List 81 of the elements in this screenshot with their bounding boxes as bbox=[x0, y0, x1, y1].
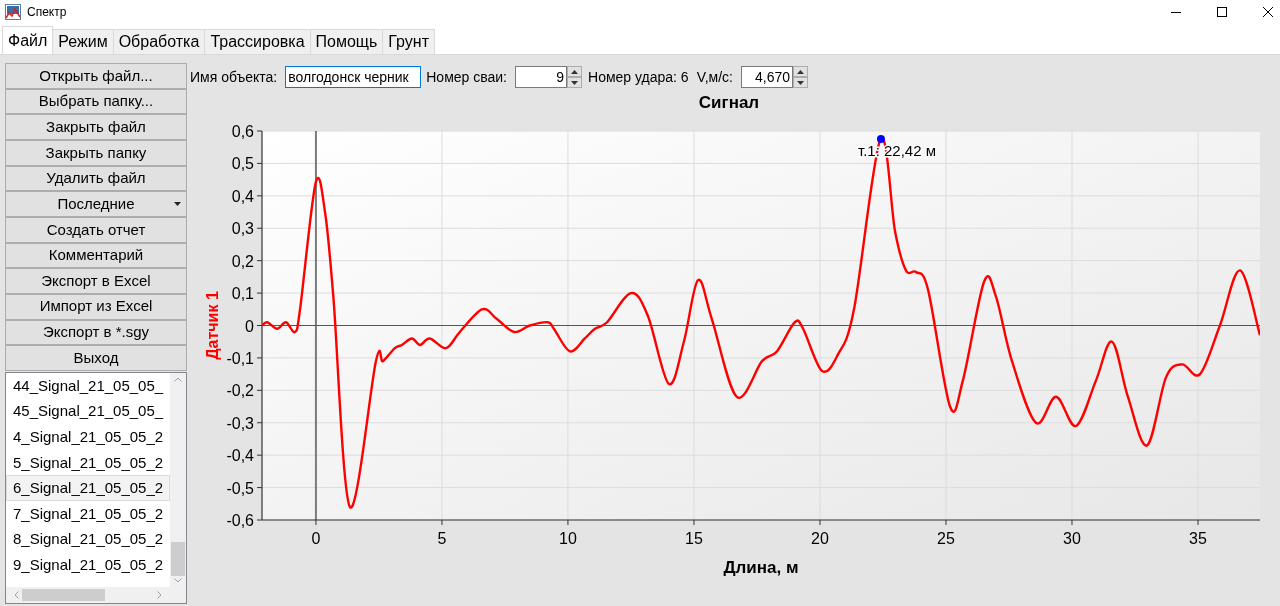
sidebar-button[interactable]: Закрыть файл bbox=[5, 114, 187, 140]
minimize-icon bbox=[1171, 11, 1181, 13]
x-tick-label: 0 bbox=[311, 530, 321, 547]
caret-icon bbox=[174, 202, 181, 207]
spin-up-button[interactable] bbox=[567, 66, 582, 77]
vertical-scrollbar[interactable] bbox=[170, 372, 186, 587]
down-arrow-icon bbox=[571, 80, 578, 85]
y-tick-label: -0,4 bbox=[226, 447, 254, 465]
file-list-item[interactable]: 44_Signal_21_05_05_ bbox=[6, 372, 170, 399]
sidebar-button[interactable]: Экспорт в *.sgy bbox=[5, 319, 187, 346]
file-list-item[interactable]: 9_Signal_21_05_05_2 bbox=[6, 552, 170, 578]
scroll-up-icon[interactable] bbox=[174, 376, 182, 382]
file-list-item[interactable]: 8_Signal_21_05_05_2 bbox=[6, 526, 170, 553]
sidebar-button[interactable]: Создать отчет bbox=[5, 216, 187, 243]
scrollbar-thumb[interactable] bbox=[22, 588, 105, 601]
x-tick-label: 20 bbox=[811, 530, 829, 547]
sidebar-button[interactable]: Закрыть папку bbox=[5, 139, 187, 166]
y-tick-label: 0,3 bbox=[231, 220, 254, 238]
field-label: Имя объекта: bbox=[190, 67, 278, 87]
spin-up-button[interactable] bbox=[793, 66, 808, 77]
file-list-item[interactable]: 7_Signal_21_05_05_2 bbox=[6, 500, 170, 527]
dropdown-button[interactable]: Последние bbox=[5, 191, 187, 217]
y-tick-label: 0 bbox=[245, 317, 254, 335]
x-axis-title: Длина, м bbox=[723, 558, 799, 577]
file-list-item[interactable]: 5_Signal_21_05_05_2 bbox=[6, 449, 170, 476]
y-tick-label: 0,5 bbox=[231, 155, 254, 173]
y-tick-label: 0,2 bbox=[231, 252, 254, 270]
y-tick-label: -0,6 bbox=[226, 512, 254, 529]
close-icon bbox=[1263, 7, 1273, 17]
spin-down-button[interactable] bbox=[793, 77, 808, 88]
down-arrow-icon bbox=[797, 80, 804, 85]
x-tick-label: 35 bbox=[1189, 530, 1207, 547]
sidebar-button[interactable]: Экспорт в Excel bbox=[5, 268, 187, 294]
tab[interactable]: Грунт bbox=[382, 29, 435, 54]
up-arrow-icon bbox=[571, 69, 578, 74]
y-tick-label: -0,2 bbox=[226, 382, 254, 400]
tab[interactable]: Обработка bbox=[112, 29, 206, 54]
window-title: Спектр bbox=[27, 4, 67, 21]
x-tick-label: 10 bbox=[559, 530, 577, 547]
y-tick-label: -0,3 bbox=[226, 414, 254, 432]
field-label: Номер удара: 6 bbox=[588, 67, 689, 87]
sidebar-button[interactable]: Импорт из Excel bbox=[5, 293, 187, 320]
up-arrow-icon bbox=[797, 69, 804, 74]
maximize-icon bbox=[1217, 7, 1227, 17]
file-list-item[interactable]: 45_Signal_21_05_05_ bbox=[6, 398, 170, 425]
sidebar-button[interactable]: Выход bbox=[5, 345, 187, 371]
sidebar-button[interactable]: Комментарий bbox=[5, 242, 187, 269]
app-icon bbox=[5, 4, 21, 20]
y-tick-label: -0,5 bbox=[226, 479, 254, 497]
chart-title: Сигнал bbox=[698, 93, 760, 112]
scrollbar-thumb[interactable] bbox=[171, 541, 185, 576]
sidebar-button[interactable]: Открыть файл... bbox=[5, 63, 187, 89]
tab[interactable]: Файл bbox=[2, 26, 54, 54]
scroll-down-icon[interactable] bbox=[174, 577, 182, 583]
sidebar-button[interactable]: Удалить файл bbox=[5, 165, 187, 192]
y-tick-label: -0,1 bbox=[226, 349, 254, 367]
marker-point bbox=[876, 135, 885, 144]
y-tick-label: 0,4 bbox=[231, 187, 254, 205]
x-tick-label: 5 bbox=[437, 530, 447, 547]
text-field[interactable]: волгодонск черник bbox=[285, 66, 422, 88]
horizontal-scrollbar[interactable] bbox=[6, 586, 170, 603]
field-label: Номер сваи: bbox=[426, 67, 507, 87]
file-list-item[interactable]: 4_Signal_21_05_05_2 bbox=[6, 424, 170, 450]
tab[interactable]: Режим bbox=[52, 29, 114, 54]
field-label: V,м/с: bbox=[696, 67, 733, 87]
y-tick-label: 0,6 bbox=[231, 123, 254, 140]
tab[interactable]: Трассировка bbox=[204, 29, 311, 54]
scroll-right-icon[interactable] bbox=[157, 590, 162, 599]
tab[interactable]: Помощь bbox=[309, 29, 384, 54]
file-list-item[interactable]: 6_Signal_21_05_05_2 bbox=[6, 475, 170, 501]
sidebar-button[interactable]: Выбрать папку... bbox=[5, 88, 187, 115]
y-axis-title: Датчик 1 bbox=[203, 291, 221, 360]
file-list[interactable]: 44_Signal_21_05_05_ 45_Signal_21_05_05_ 4_Signal_21_05_05_2 5_Signal_21_05_05_2 6_Signal_21_05_05_2 7_Signal_21_05_05_2 8_Signal_21_05_05_2 9_Signal_21_05_05_2 bbox=[5, 371, 187, 604]
scroll-left-icon[interactable] bbox=[14, 590, 19, 599]
number-field[interactable]: 9 bbox=[515, 66, 567, 88]
x-tick-label: 30 bbox=[1063, 530, 1081, 547]
x-tick-label: 15 bbox=[685, 530, 703, 547]
x-tick-label: 25 bbox=[937, 530, 955, 547]
number-field[interactable]: 4,670 bbox=[741, 66, 793, 88]
y-tick-label: 0,1 bbox=[231, 285, 254, 303]
spin-down-button[interactable] bbox=[567, 77, 582, 88]
